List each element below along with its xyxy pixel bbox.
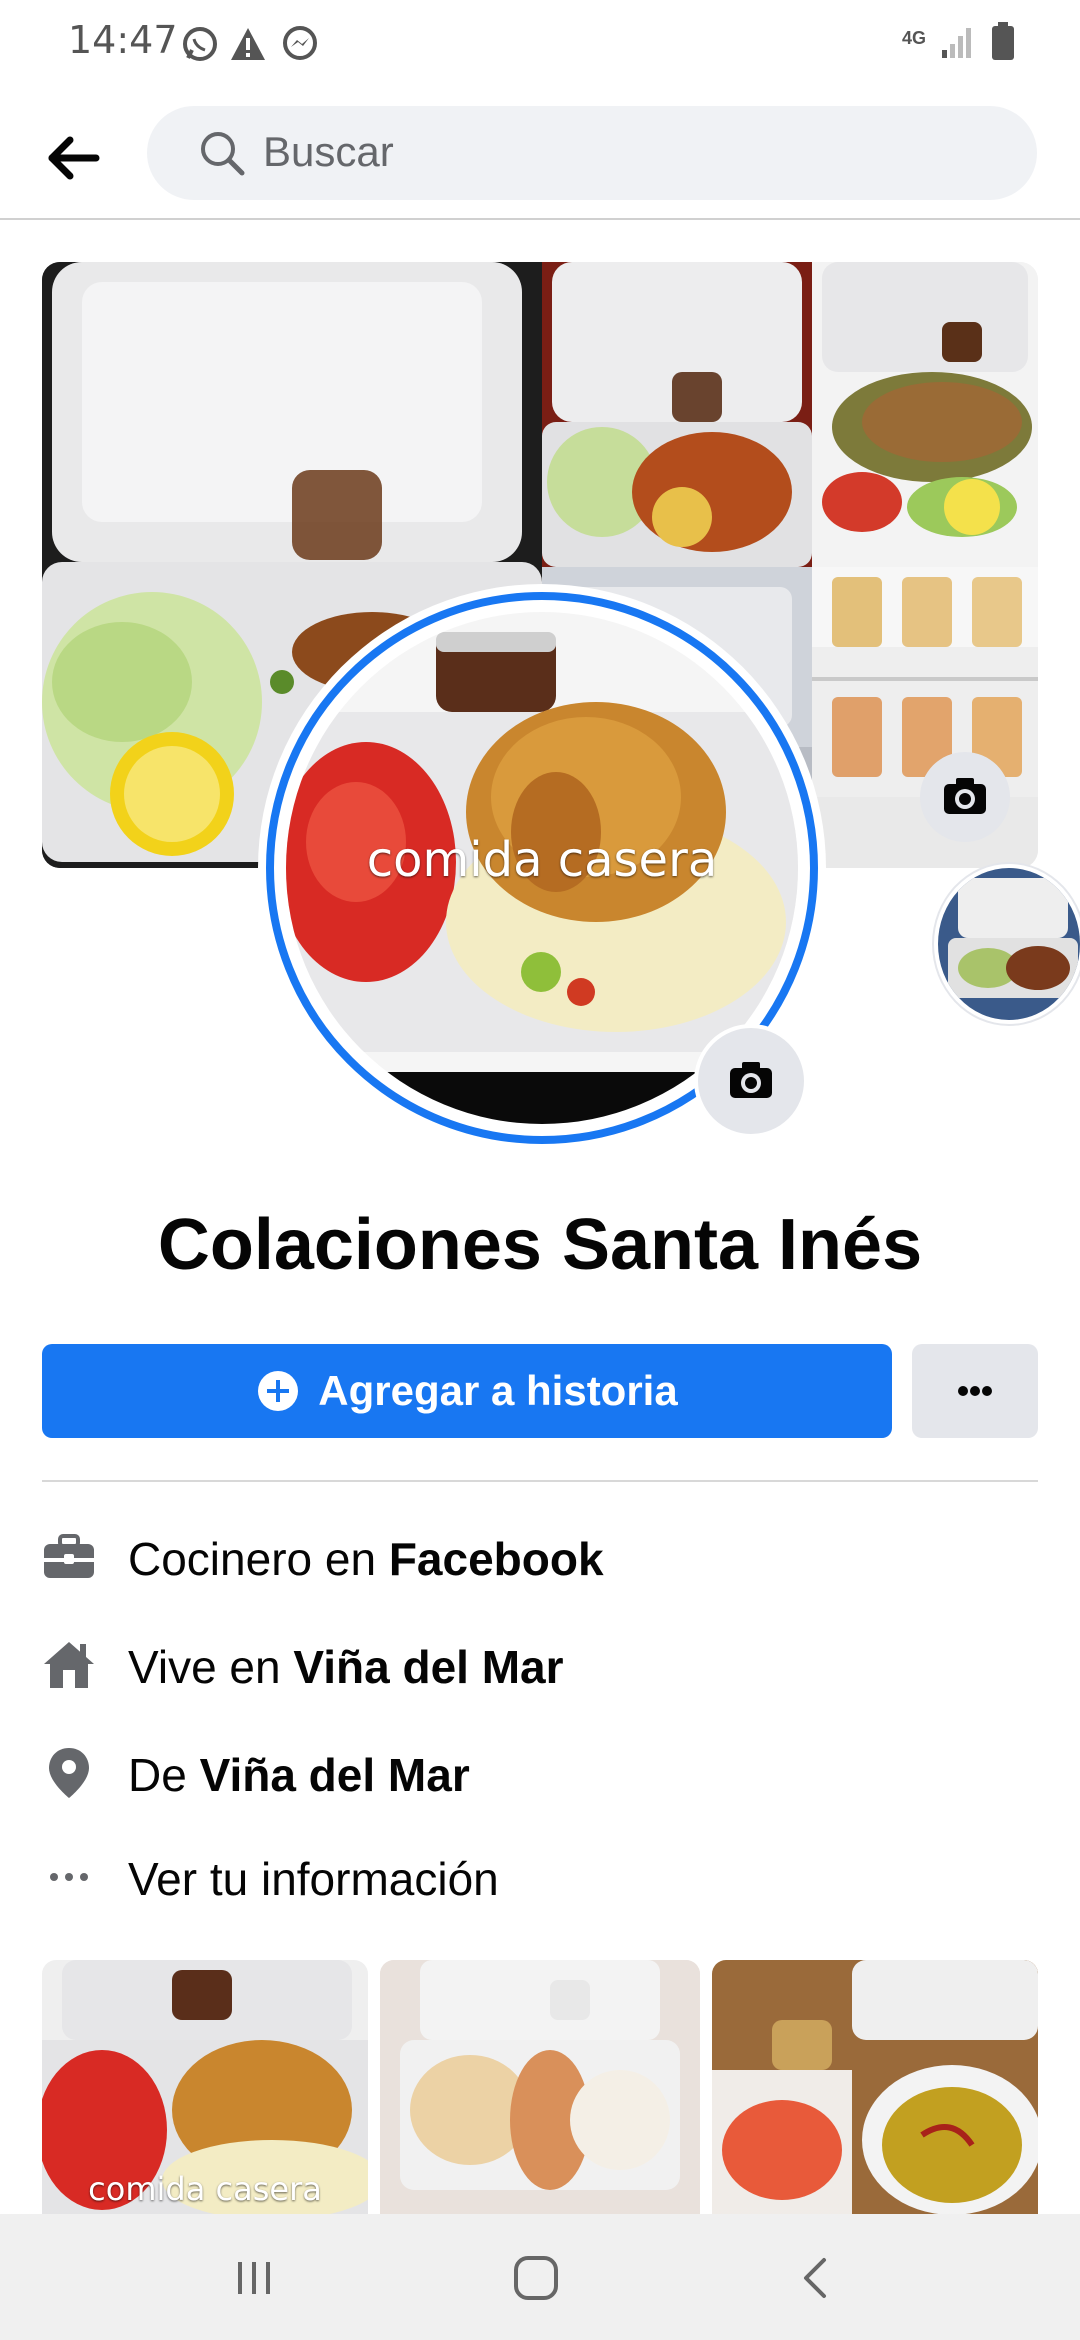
signal-icon bbox=[942, 28, 971, 58]
info-from-link[interactable]: Viña del Mar bbox=[200, 1749, 470, 1801]
location-pin-icon bbox=[49, 1748, 89, 1798]
status-bar: 14:47 4G bbox=[0, 0, 1080, 90]
info-row-lives: Vive en Viña del Mar bbox=[42, 1630, 1038, 1700]
info-work-prefix: Cocinero en bbox=[128, 1533, 389, 1585]
recent-apps-icon[interactable] bbox=[224, 2248, 284, 2308]
cover-tile-3 bbox=[812, 262, 1038, 567]
app-bar: Buscar bbox=[0, 90, 1080, 220]
status-time: 14:47 bbox=[68, 18, 178, 62]
search-icon bbox=[201, 132, 245, 176]
photo-caption: comida casera bbox=[88, 2170, 322, 2208]
warning-icon bbox=[231, 28, 265, 60]
more-dots-icon bbox=[958, 1386, 992, 1396]
add-to-story-label: Agregar a historia bbox=[318, 1367, 678, 1414]
plus-circle-icon bbox=[258, 1371, 299, 1411]
more-dots-icon bbox=[50, 1873, 88, 1881]
see-about-label: Ver tu información bbox=[128, 1853, 499, 1905]
more-options-button[interactable] bbox=[912, 1344, 1038, 1438]
network-type-label: 4G bbox=[902, 28, 927, 48]
info-work-link[interactable]: Facebook bbox=[389, 1533, 604, 1585]
messenger-icon bbox=[283, 26, 317, 60]
info-row-from: De Viña del Mar bbox=[42, 1738, 1038, 1808]
info-lives-prefix: Vive en bbox=[128, 1641, 294, 1693]
system-navigation-bar bbox=[0, 2214, 1080, 2340]
photo-thumbnail-1[interactable]: comida casera bbox=[42, 1960, 368, 2216]
info-lives-link[interactable]: Viña del Mar bbox=[293, 1641, 563, 1693]
search-placeholder: Buscar bbox=[263, 128, 394, 175]
photo-thumbnail-2[interactable] bbox=[380, 1960, 700, 2216]
add-to-story-button[interactable]: Agregar a historia bbox=[42, 1344, 892, 1438]
whatsapp-icon bbox=[183, 27, 217, 61]
camera-icon bbox=[944, 778, 986, 814]
cover-camera-button[interactable] bbox=[920, 752, 1010, 842]
divider bbox=[42, 1480, 1038, 1482]
back-nav-icon[interactable] bbox=[786, 2248, 846, 2308]
home-button-icon[interactable] bbox=[506, 2248, 566, 2308]
page-title: Colaciones Santa Inés bbox=[157, 1205, 923, 1285]
home-icon bbox=[44, 1642, 94, 1688]
avatar-caption: comida casera bbox=[366, 832, 718, 888]
photo-thumbnail-3[interactable] bbox=[712, 1960, 1038, 2216]
story-thumbnail[interactable] bbox=[934, 864, 1080, 1024]
search-input[interactable]: Buscar bbox=[147, 106, 1037, 200]
info-from-prefix: De bbox=[128, 1749, 200, 1801]
info-row-see-about[interactable]: Ver tu información bbox=[42, 1842, 1038, 1912]
camera-icon bbox=[730, 1062, 772, 1098]
info-row-work: Cocinero en Facebook bbox=[42, 1522, 1038, 1592]
back-arrow-icon[interactable] bbox=[42, 126, 106, 190]
cover-tile-2 bbox=[542, 262, 812, 567]
profile-camera-button[interactable] bbox=[694, 1024, 808, 1138]
briefcase-icon bbox=[44, 1534, 94, 1578]
battery-icon bbox=[992, 22, 1014, 60]
